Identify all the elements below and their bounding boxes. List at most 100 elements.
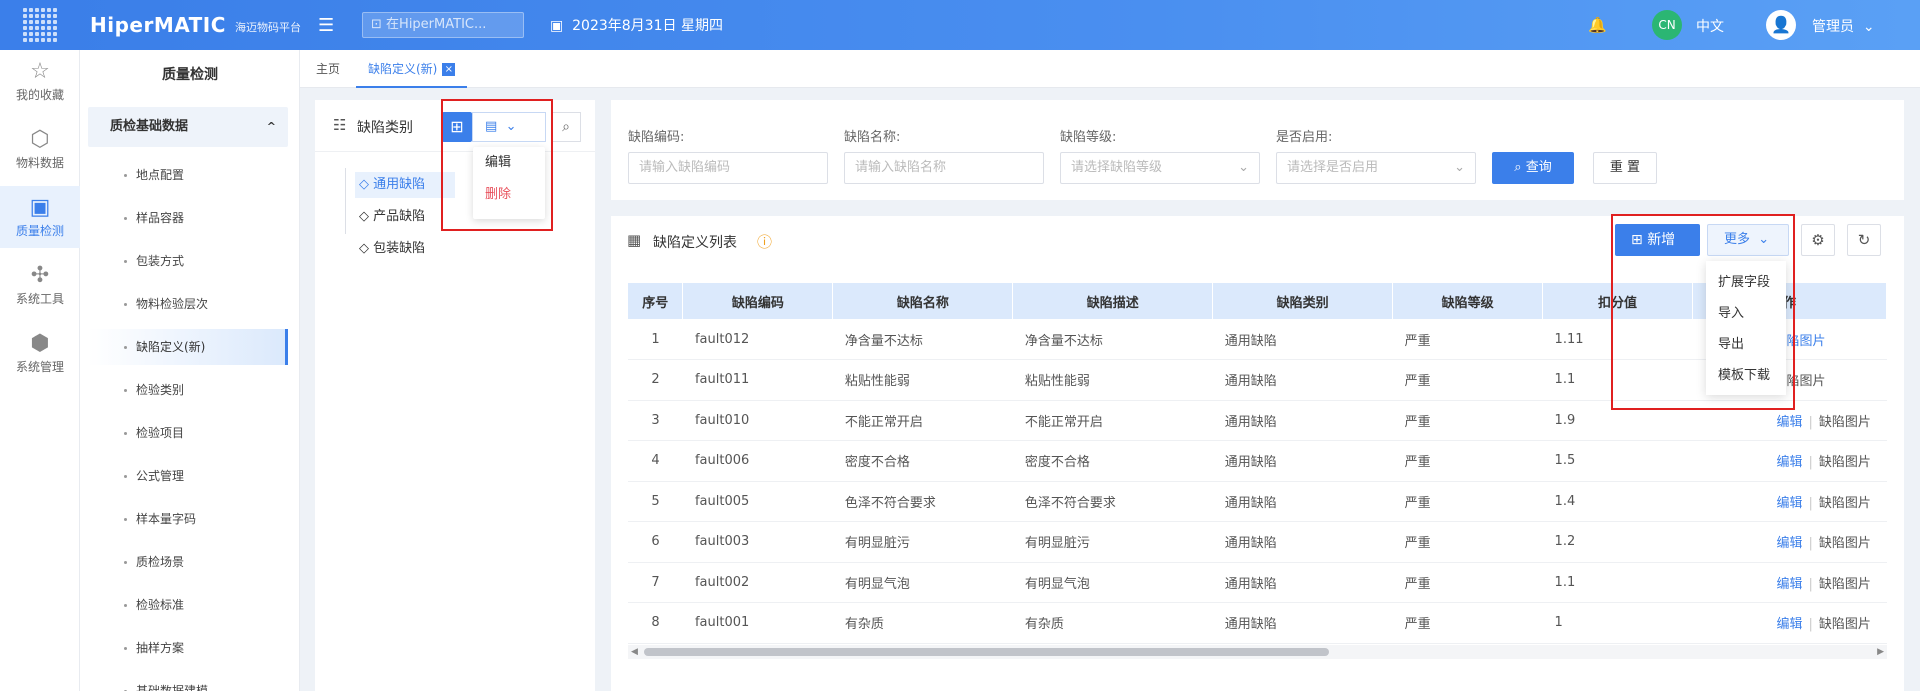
sidebar-group[interactable]: 质检基础数据 ^: [88, 107, 288, 147]
edit-link[interactable]: 编辑: [1776, 415, 1802, 430]
table-cell: 净含量不达标: [1024, 333, 1103, 349]
sidebar-item-active[interactable]: 缺陷定义(新): [88, 329, 288, 365]
table-cell: 1.5: [1554, 453, 1576, 469]
app-grid-icon[interactable]: [0, 0, 80, 50]
box-icon: ⬢: [30, 331, 50, 356]
table-cell: 严重: [1404, 576, 1431, 592]
rail-tools[interactable]: ✣ 系统工具: [0, 254, 80, 316]
column-header: 缺陷编码: [682, 283, 834, 319]
rail-label: 物料数据: [15, 156, 64, 170]
edit-link[interactable]: 编辑: [1776, 577, 1802, 592]
bell-icon[interactable]: 🔔: [1588, 16, 1607, 34]
edit-link[interactable]: 编辑: [1776, 536, 1802, 551]
defect-image-link[interactable]: 缺陷图片: [1819, 455, 1871, 470]
tree-node-package[interactable]: ◇ 包装缺陷: [355, 236, 455, 262]
defect-image-link[interactable]: 缺陷图片: [1819, 536, 1871, 551]
cube-icon: ⬡: [30, 127, 50, 152]
sidebar-item[interactable]: 样品容器: [88, 200, 288, 236]
action-separator: |: [1808, 617, 1813, 633]
tab-home[interactable]: 主页: [316, 50, 340, 88]
language-badge[interactable]: CN: [1652, 10, 1682, 40]
sidebar-item[interactable]: 抽样方案: [88, 630, 288, 666]
current-date: ▣ 2023年8月31日 星期四: [550, 15, 723, 35]
sidebar-item[interactable]: 检验类别: [88, 372, 288, 408]
close-icon[interactable]: ×: [442, 63, 456, 76]
info-icon[interactable]: ⓘ: [757, 231, 772, 252]
scroll-right-icon[interactable]: ▶: [1877, 645, 1884, 659]
sidebar-item[interactable]: 基础数据建模: [88, 673, 288, 691]
global-search-input[interactable]: ⊡ 在HiperMATIC...: [362, 12, 524, 38]
sidebar-item[interactable]: 包装方式: [88, 243, 288, 279]
enabled-select[interactable]: 请选择是否启用 ⌄: [1276, 152, 1476, 184]
gear-icon[interactable]: ⚙: [1801, 224, 1835, 256]
query-button[interactable]: ⌕ 查询: [1492, 152, 1574, 184]
column-header: 缺陷描述: [1012, 283, 1214, 319]
row-actions: 编辑 | 缺陷图片: [1692, 562, 1886, 603]
table-cell: 通用缺陷: [1224, 374, 1277, 390]
table-cell: fault006: [694, 453, 750, 469]
edit-link[interactable]: 编辑: [1776, 617, 1802, 632]
rail-material[interactable]: ⬡ 物料数据: [0, 118, 80, 180]
tree-icon: ☷: [333, 116, 347, 134]
action-separator: |: [1808, 414, 1813, 430]
tag-icon: ◇: [359, 209, 369, 224]
enabled-label: 是否启用:: [1276, 130, 1333, 145]
app-logo-subtitle: 海迈物码平台: [235, 21, 301, 34]
table-cell: 严重: [1404, 455, 1431, 471]
menu-fold-icon[interactable]: ☰: [318, 15, 334, 36]
select-placeholder: 请选择是否启用: [1287, 160, 1379, 175]
defect-image-link[interactable]: 缺陷图片: [1819, 415, 1871, 430]
table-cell: fault005: [694, 493, 750, 509]
user-avatar-icon[interactable]: 👤: [1766, 10, 1796, 40]
edit-link[interactable]: 编辑: [1776, 496, 1802, 511]
rail-quality[interactable]: ▣ 质量检测: [0, 186, 80, 248]
search-icon[interactable]: ⌕: [551, 112, 581, 142]
edit-link[interactable]: 编辑: [1776, 455, 1802, 470]
chevron-down-icon: ⌄: [1454, 160, 1465, 175]
table-cell: fault011: [694, 372, 750, 388]
scroll-thumb[interactable]: [644, 648, 1329, 656]
language-switch[interactable]: 中文: [1696, 16, 1724, 36]
sidebar-item[interactable]: 检验项目: [88, 415, 288, 451]
column-header: 缺陷类别: [1212, 283, 1394, 319]
table-cell: 通用缺陷: [1224, 536, 1277, 552]
code-label: 缺陷编码:: [628, 130, 685, 145]
defect-image-link[interactable]: 缺陷图片: [1819, 496, 1871, 511]
horizontal-scrollbar[interactable]: ◀ ▶: [628, 645, 1887, 659]
refresh-icon[interactable]: ↻: [1847, 224, 1881, 256]
sidebar-item[interactable]: 物料检验层次: [88, 286, 288, 322]
tree-node-general[interactable]: ◇ 通用缺陷: [355, 172, 455, 198]
table-cell: 通用缺陷: [1224, 576, 1277, 592]
sidebar-item[interactable]: 样本量字码: [88, 501, 288, 537]
tab-defect-definition[interactable]: 缺陷定义(新) ×: [356, 50, 468, 88]
chevron-up-icon: ^: [266, 120, 276, 133]
search-icon: ⌕: [1514, 160, 1522, 175]
table-cell: 严重: [1404, 333, 1431, 349]
table-cell: 不能正常开启: [1024, 414, 1103, 430]
user-menu[interactable]: 管理员 ⌄: [1812, 16, 1875, 36]
sidebar-item[interactable]: 地点配置: [88, 157, 288, 193]
app-logo: HiperMATIC: [90, 13, 226, 37]
sidebar-item[interactable]: 质检场景: [88, 544, 288, 580]
defect-image-link[interactable]: 缺陷图片: [1819, 577, 1871, 592]
sidebar-item[interactable]: 检验标准: [88, 587, 288, 623]
scroll-left-icon[interactable]: ◀: [631, 645, 638, 659]
defect-image-link[interactable]: 缺陷图片: [1819, 617, 1871, 632]
chevron-down-icon: ⌄: [1238, 160, 1249, 175]
table-cell: 1: [651, 331, 660, 347]
defect-level-select[interactable]: 请选择缺陷等级 ⌄: [1060, 152, 1260, 184]
defect-code-input[interactable]: 请输入缺陷编码: [628, 152, 828, 184]
tree-node-product[interactable]: ◇ 产品缺陷: [355, 204, 455, 230]
sidebar-item[interactable]: 公式管理: [88, 458, 288, 494]
table-row: 5 fault005 色泽不符合要求 色泽不符合要求 通用缺陷 严重 1.4 编辑 | 缺陷图片: [628, 481, 1887, 522]
highlight-box: [441, 99, 553, 231]
rail-system[interactable]: ⬢ 系统管理: [0, 322, 80, 384]
tree-node-label: 包装缺陷: [373, 241, 426, 256]
table-cell: 密度不合格: [1024, 455, 1090, 471]
rail-favorites[interactable]: ☆ 我的收藏: [0, 50, 80, 112]
table-cell: 有明显气泡: [844, 576, 910, 592]
defect-name-input[interactable]: 请输入缺陷名称: [844, 152, 1044, 184]
table-cell: 通用缺陷: [1224, 455, 1277, 471]
global-search-placeholder: 在HiperMATIC...: [386, 17, 487, 32]
reset-button[interactable]: 重 置: [1593, 152, 1657, 184]
